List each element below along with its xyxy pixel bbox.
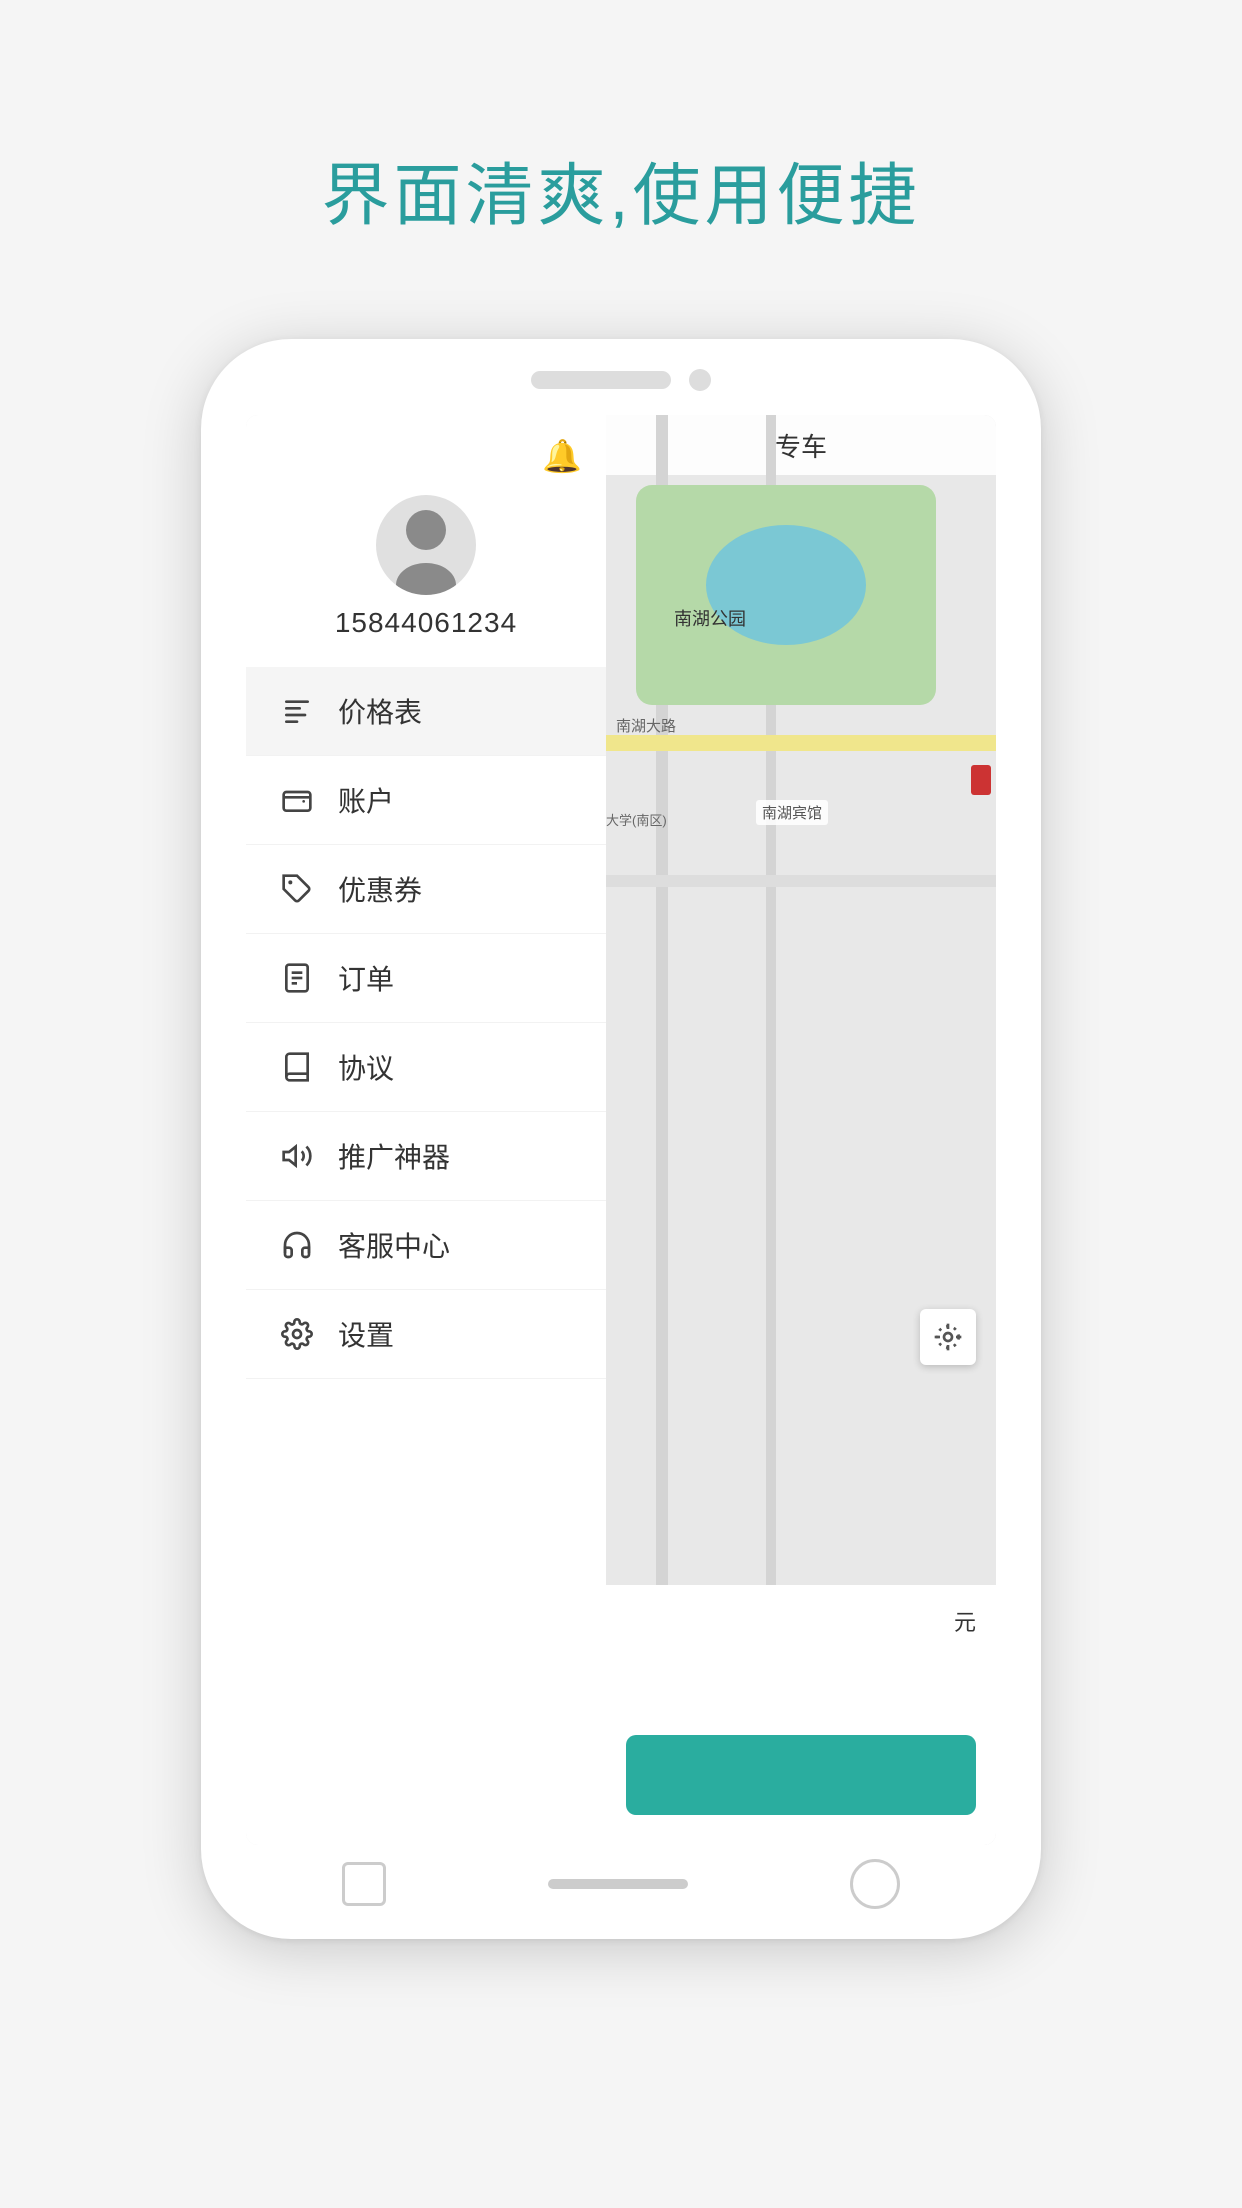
phone-shell: 🔔 15844061234 价格表 <box>201 339 1041 1939</box>
menu-label-customer-service: 客服中心 <box>338 1225 450 1265</box>
phone-speaker <box>531 371 671 389</box>
menu-label-coupon: 优惠券 <box>338 869 422 909</box>
map-university-label: 大学(南区) <box>606 810 676 829</box>
wallet-icon <box>278 781 316 819</box>
nav-back-button[interactable] <box>342 1862 386 1906</box>
book-icon <box>278 1048 316 1086</box>
map-red-marker <box>971 765 991 795</box>
menu-item-settings[interactable]: 设置 <box>246 1290 606 1379</box>
menu-item-coupon[interactable]: 优惠券 <box>246 845 606 934</box>
menu-item-account[interactable]: 账户 <box>246 756 606 845</box>
phone-top-bar <box>531 369 711 391</box>
nav-home-button[interactable] <box>548 1879 688 1889</box>
avatar-silhouette <box>376 495 476 595</box>
headset-icon <box>278 1226 316 1264</box>
avatar[interactable] <box>376 495 476 595</box>
user-phone-number: 15844061234 <box>335 607 517 639</box>
menu-item-agreement[interactable]: 协议 <box>246 1023 606 1112</box>
menu-item-promotion[interactable]: 推广神器 <box>246 1112 606 1201</box>
phone-screen: 🔔 15844061234 价格表 <box>246 415 996 1845</box>
menu-label-promotion: 推广神器 <box>338 1136 450 1176</box>
menu-item-price-list[interactable]: 价格表 <box>246 667 606 756</box>
menu-item-customer-service[interactable]: 客服中心 <box>246 1201 606 1290</box>
avatar-section: 15844061234 <box>246 475 606 667</box>
file-icon <box>278 959 316 997</box>
map-background: 南湖公园 南湖大路 南湖宾馆 大学(南区) <box>606 415 996 1845</box>
megaphone-icon <box>278 1137 316 1175</box>
map-bottom-panel: 元 <box>606 1585 996 1845</box>
gps-button[interactable] <box>920 1309 976 1365</box>
price-text: 元 <box>954 1605 976 1637</box>
menu-label-price-list: 价格表 <box>338 691 422 731</box>
map-hotel-label: 南湖宾馆 <box>756 800 828 825</box>
list-icon <box>278 692 316 730</box>
drawer-panel: 🔔 15844061234 价格表 <box>246 415 606 1845</box>
menu-label-agreement: 协议 <box>338 1047 394 1087</box>
gear-icon <box>278 1315 316 1353</box>
bell-icon[interactable]: 🔔 <box>542 437 582 475</box>
phone-camera <box>689 369 711 391</box>
phone-bottom-nav <box>201 1859 1041 1909</box>
map-park-label: 南湖公园 <box>674 605 746 631</box>
menu-label-account: 账户 <box>338 780 394 820</box>
menu-label-settings: 设置 <box>338 1314 394 1354</box>
road-horizontal-2 <box>606 875 996 887</box>
tag-icon <box>278 870 316 908</box>
location-icon <box>932 1321 964 1353</box>
page-title: 界面清爽,使用便捷 <box>322 140 921 239</box>
nav-recent-button[interactable] <box>850 1859 900 1909</box>
confirm-button[interactable] <box>626 1735 976 1815</box>
map-panel: 专车 南湖公园 南湖大路 南湖宾馆 大学(南区 <box>606 415 996 1845</box>
map-road-label: 南湖大路 <box>616 715 676 736</box>
menu-list: 价格表 账户 优惠券 <box>246 667 606 1845</box>
menu-label-orders: 订单 <box>338 958 394 998</box>
drawer-header: 🔔 <box>246 415 606 475</box>
road-nanhu-dalu <box>606 735 996 751</box>
menu-item-orders[interactable]: 订单 <box>246 934 606 1023</box>
